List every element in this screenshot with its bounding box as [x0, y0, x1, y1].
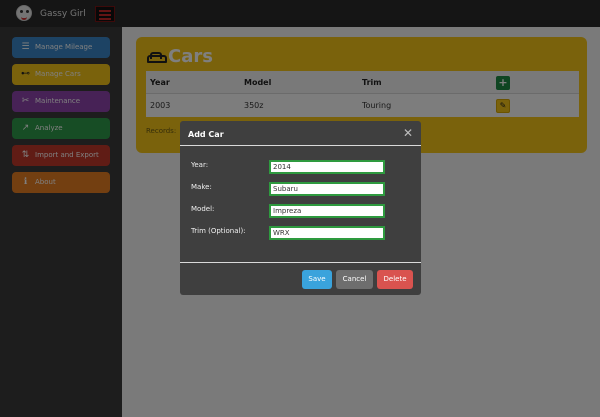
model-label: Model: [191, 205, 215, 213]
save-button[interactable]: Save [302, 270, 332, 289]
dialog-footer: Save Cancel Delete [180, 262, 421, 295]
make-label: Make: [191, 183, 212, 191]
dialog-body: Year: Make: Model: Trim (Optional): [180, 146, 421, 262]
year-label: Year: [191, 161, 209, 169]
year-field[interactable] [269, 160, 385, 174]
delete-button[interactable]: Delete [377, 270, 413, 289]
add-car-dialog: Add Car ✕ Year: Make: Model: Trim (Optio… [180, 121, 421, 295]
make-field[interactable] [269, 182, 385, 196]
trim-label: Trim (Optional): [191, 227, 246, 235]
dialog-title: Add Car [188, 130, 224, 139]
model-field[interactable] [269, 204, 385, 218]
trim-field[interactable] [269, 226, 385, 240]
dialog-header: Add Car ✕ [180, 121, 421, 146]
close-icon[interactable]: ✕ [403, 126, 413, 140]
cancel-button[interactable]: Cancel [336, 270, 373, 289]
